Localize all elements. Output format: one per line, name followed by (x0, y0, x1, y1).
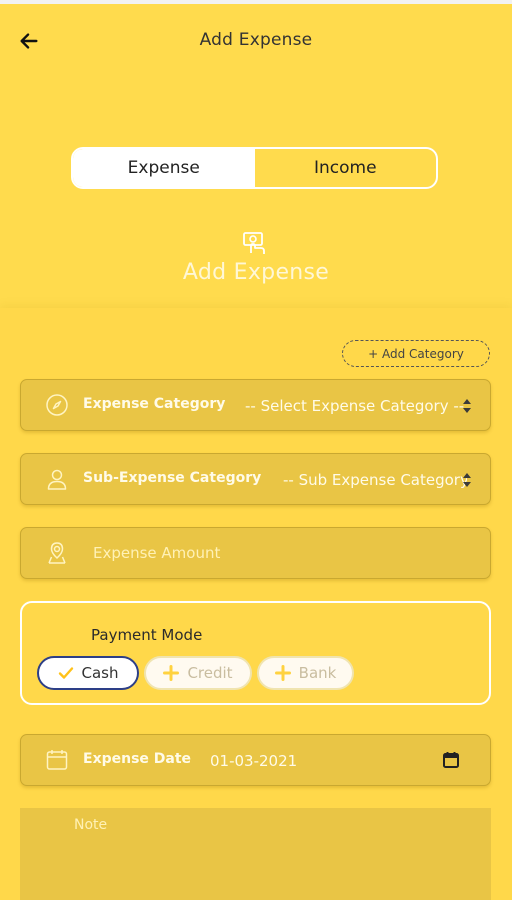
sort-caret-icon (463, 399, 471, 413)
tab-expense[interactable]: Expense (73, 149, 255, 187)
plus-icon (163, 665, 180, 681)
expense-category-select[interactable]: Expense Category -- Select Expense Categ… (20, 379, 491, 431)
expense-date-value: 01-03-2021 (210, 752, 298, 770)
page-title: Add Expense (199, 30, 313, 50)
user-icon (47, 469, 67, 490)
tab-income[interactable]: Income (255, 149, 437, 187)
payment-option-bank[interactable]: Bank (257, 656, 354, 690)
add-category-button[interactable]: + Add Category (342, 340, 490, 367)
type-toggle: Expense Income (71, 147, 438, 189)
location-pin-icon (48, 542, 66, 564)
payment-option-credit[interactable]: Credit (144, 656, 252, 690)
payment-mode-group: Payment Mode Cash Credit Bank (20, 601, 491, 705)
expense-amount-input[interactable]: Expense Amount (20, 527, 491, 579)
app-header: Add Expense (0, 4, 512, 78)
plus-icon (274, 665, 291, 681)
expense-category-value: -- Select Expense Category -- (245, 397, 465, 415)
hero-title: Add Expense (182, 260, 330, 285)
cash-label: Cash (81, 664, 119, 682)
bank-label: Bank (298, 664, 337, 682)
compass-icon (46, 394, 68, 416)
note-textarea[interactable]: Note (20, 808, 491, 900)
payment-option-cash[interactable]: Cash (37, 656, 139, 690)
calendar-icon (46, 750, 68, 770)
expense-date-label: Expense Date (83, 751, 192, 767)
sub-expense-category-select[interactable]: Sub-Expense Category -- Sub Expense Cate… (20, 453, 491, 505)
expense-category-label: Expense Category (83, 396, 226, 412)
date-picker-icon[interactable] (442, 751, 460, 769)
expense-amount-placeholder: Expense Amount (93, 544, 221, 562)
credit-label: Credit (187, 664, 233, 682)
sort-caret-icon (463, 473, 471, 487)
payment-mode-title: Payment Mode (91, 626, 203, 644)
expense-date-input[interactable]: Expense Date 01-03-2021 (20, 734, 491, 786)
sub-expense-category-value: -- Sub Expense Category -- (283, 471, 467, 489)
money-hand-icon (243, 232, 265, 254)
sub-expense-category-label: Sub-Expense Category (83, 470, 262, 486)
note-placeholder: Note (74, 817, 108, 833)
check-icon (58, 667, 73, 679)
